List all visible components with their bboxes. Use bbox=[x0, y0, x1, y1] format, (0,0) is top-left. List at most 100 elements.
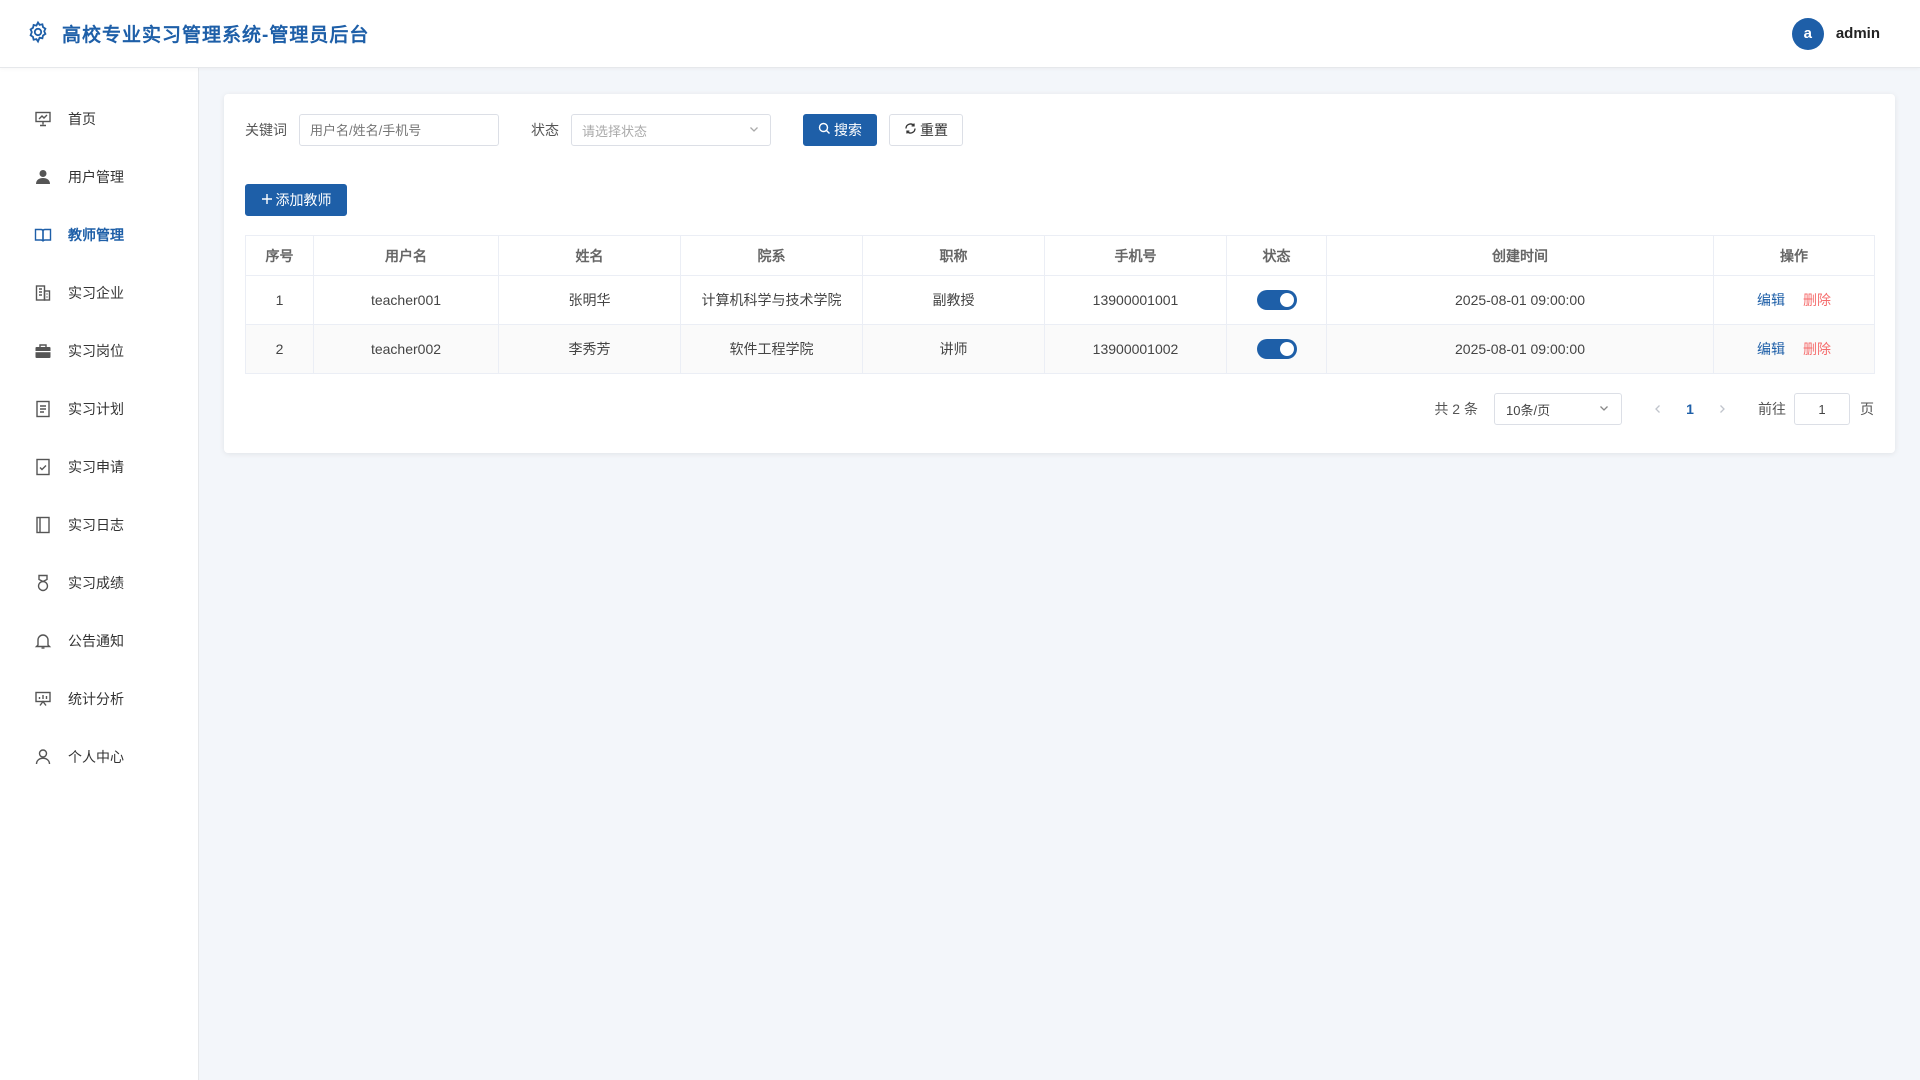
search-icon bbox=[818, 122, 831, 138]
teacher-management-card: 关键词 状态 请选择状态 搜索 重置 bbox=[224, 94, 1895, 453]
sidebar-item-applications[interactable]: 实习申请 bbox=[0, 438, 198, 496]
cell-department: 软件工程学院 bbox=[680, 324, 863, 374]
cell-department: 计算机科学与技术学院 bbox=[680, 275, 863, 325]
search-button-label: 搜索 bbox=[834, 122, 862, 138]
sidebar-item-label: 实习成绩 bbox=[68, 575, 124, 591]
column-header-username: 用户名 bbox=[313, 235, 499, 276]
delete-link[interactable]: 删除 bbox=[1803, 341, 1831, 357]
sidebar-item-label: 实习企业 bbox=[68, 285, 124, 301]
cell-title: 讲师 bbox=[862, 324, 1045, 374]
sidebar-item-label: 个人中心 bbox=[68, 749, 124, 765]
add-teacher-label: 添加教师 bbox=[275, 192, 332, 208]
column-header-status: 状态 bbox=[1226, 235, 1327, 276]
table-row: 2 teacher002 李秀芳 软件工程学院 讲师 13900001002 2… bbox=[245, 324, 1875, 374]
page-suffix: 页 bbox=[1860, 401, 1874, 417]
chevron-down-icon bbox=[1598, 402, 1610, 417]
sidebar-item-label: 教师管理 bbox=[68, 227, 124, 243]
cell-username: teacher002 bbox=[313, 324, 499, 374]
search-button[interactable]: 搜索 bbox=[803, 114, 877, 146]
next-page-button[interactable] bbox=[1708, 401, 1736, 417]
user-menu[interactable]: a admin bbox=[1791, 17, 1894, 50]
cell-index: 1 bbox=[245, 275, 314, 325]
sidebar: 首页 用户管理 教师管理 实习企业 实习岗位 实习计划 实习申请 实习日志 实习… bbox=[0, 68, 199, 1080]
column-header-department: 院系 bbox=[680, 235, 863, 276]
medal-icon bbox=[34, 574, 52, 592]
sidebar-item-notices[interactable]: 公告通知 bbox=[0, 612, 198, 670]
goto-page-input[interactable] bbox=[1794, 393, 1850, 425]
status-select-placeholder: 请选择状态 bbox=[582, 123, 648, 139]
cell-name: 张明华 bbox=[498, 275, 681, 325]
main-content: 关键词 状态 请选择状态 搜索 重置 bbox=[199, 68, 1920, 1080]
add-teacher-button[interactable]: 添加教师 bbox=[245, 184, 347, 216]
cell-created: 2025-08-01 09:00:00 bbox=[1326, 324, 1714, 374]
sidebar-item-plans[interactable]: 实习计划 bbox=[0, 380, 198, 438]
building-icon bbox=[34, 284, 52, 302]
reset-button[interactable]: 重置 bbox=[889, 114, 963, 146]
sidebar-item-profile[interactable]: 个人中心 bbox=[0, 728, 198, 786]
cell-actions: 编辑 删除 bbox=[1713, 275, 1875, 325]
column-header-name: 姓名 bbox=[498, 235, 681, 276]
teacher-table: 序号 用户名 姓名 院系 职称 手机号 状态 创建时间 操作 1 teacher… bbox=[245, 235, 1875, 374]
username[interactable]: admin bbox=[1836, 25, 1880, 42]
plus-icon bbox=[261, 192, 273, 208]
sidebar-item-label: 用户管理 bbox=[68, 169, 124, 185]
cell-phone: 13900001001 bbox=[1044, 275, 1227, 325]
bell-icon bbox=[34, 632, 52, 650]
checked-document-icon bbox=[34, 458, 52, 476]
page-size-value: 10条/页 bbox=[1506, 402, 1551, 418]
column-header-created: 创建时间 bbox=[1326, 235, 1714, 276]
notebook-icon bbox=[34, 516, 52, 534]
page-size-select[interactable]: 10条/页 bbox=[1494, 393, 1622, 425]
keyword-label: 关键词 bbox=[245, 122, 287, 138]
toolbar: 添加教师 bbox=[245, 184, 1874, 216]
cell-name: 李秀芳 bbox=[498, 324, 681, 374]
sidebar-item-positions[interactable]: 实习岗位 bbox=[0, 322, 198, 380]
column-header-title: 职称 bbox=[862, 235, 1045, 276]
keyword-input[interactable] bbox=[299, 114, 499, 146]
status-toggle[interactable] bbox=[1256, 339, 1297, 359]
pagination: 共 2 条 10条/页 1 前往 页 bbox=[245, 393, 1874, 425]
user-outline-icon bbox=[34, 748, 52, 766]
sidebar-item-home[interactable]: 首页 bbox=[0, 90, 198, 148]
sidebar-item-label: 首页 bbox=[68, 111, 96, 127]
page-number-current[interactable]: 1 bbox=[1672, 401, 1708, 417]
cell-actions: 编辑 删除 bbox=[1713, 324, 1875, 374]
document-icon bbox=[34, 400, 52, 418]
status-label: 状态 bbox=[531, 122, 559, 138]
cell-status bbox=[1226, 324, 1327, 374]
column-header-phone: 手机号 bbox=[1044, 235, 1227, 276]
sidebar-item-users[interactable]: 用户管理 bbox=[0, 148, 198, 206]
gear-icon bbox=[26, 20, 50, 47]
filter-bar: 关键词 状态 请选择状态 搜索 重置 bbox=[245, 114, 1874, 146]
cell-created: 2025-08-01 09:00:00 bbox=[1326, 275, 1714, 325]
sidebar-item-teachers[interactable]: 教师管理 bbox=[0, 206, 198, 264]
avatar[interactable]: a bbox=[1791, 17, 1824, 50]
sidebar-item-grades[interactable]: 实习成绩 bbox=[0, 554, 198, 612]
edit-link[interactable]: 编辑 bbox=[1757, 292, 1785, 308]
column-header-index: 序号 bbox=[245, 235, 314, 276]
table-header-row: 序号 用户名 姓名 院系 职称 手机号 状态 创建时间 操作 bbox=[245, 235, 1875, 276]
sidebar-item-logs[interactable]: 实习日志 bbox=[0, 496, 198, 554]
sidebar-item-label: 统计分析 bbox=[68, 691, 124, 707]
goto-label: 前往 bbox=[1758, 401, 1786, 417]
status-toggle[interactable] bbox=[1256, 290, 1297, 310]
chevron-left-icon bbox=[1655, 405, 1660, 413]
pagination-total: 共 2 条 bbox=[1434, 401, 1478, 417]
chevron-right-icon bbox=[1720, 405, 1725, 413]
sidebar-item-label: 实习岗位 bbox=[68, 343, 124, 359]
prev-page-button[interactable] bbox=[1644, 401, 1672, 417]
chart-board-icon bbox=[34, 690, 52, 708]
sidebar-item-companies[interactable]: 实习企业 bbox=[0, 264, 198, 322]
status-select[interactable]: 请选择状态 bbox=[571, 114, 771, 146]
sidebar-item-label: 公告通知 bbox=[68, 633, 124, 649]
edit-link[interactable]: 编辑 bbox=[1757, 341, 1785, 357]
delete-link[interactable]: 删除 bbox=[1803, 292, 1831, 308]
briefcase-icon bbox=[34, 342, 52, 360]
cell-username: teacher001 bbox=[313, 275, 499, 325]
table-row: 1 teacher001 张明华 计算机科学与技术学院 副教授 13900001… bbox=[245, 275, 1875, 325]
presentation-board-icon bbox=[34, 110, 52, 128]
sidebar-item-statistics[interactable]: 统计分析 bbox=[0, 670, 198, 728]
reset-button-label: 重置 bbox=[920, 122, 948, 138]
brand: 高校专业实习管理系统-管理员后台 bbox=[26, 20, 369, 47]
top-header: 高校专业实习管理系统-管理员后台 a admin bbox=[0, 0, 1920, 68]
